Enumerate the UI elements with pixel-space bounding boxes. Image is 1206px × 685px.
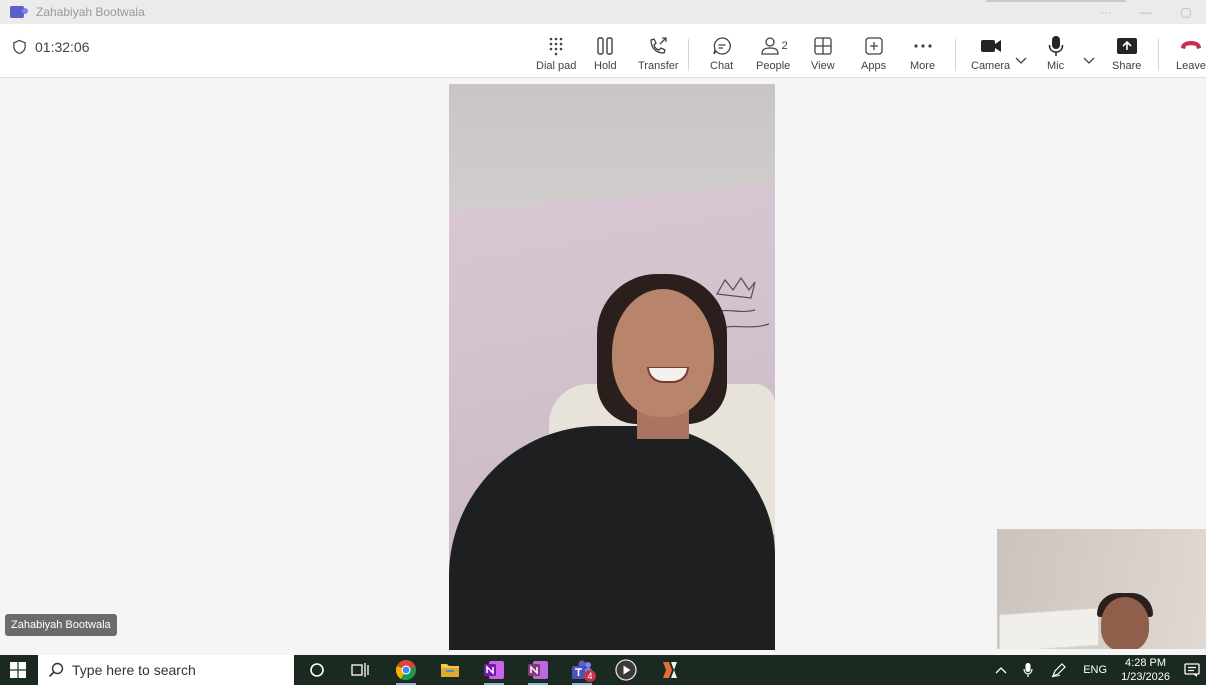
apps-button[interactable]: Apps <box>861 34 886 72</box>
call-timer: 01:32:06 <box>12 39 90 55</box>
media-player-icon <box>615 659 637 681</box>
tray-pen-icon[interactable] <box>1051 662 1067 678</box>
call-duration: 01:32:06 <box>35 39 90 55</box>
onenote-alt-icon <box>528 661 548 679</box>
hold-button[interactable]: Hold <box>594 34 617 72</box>
share-screen-icon <box>1116 34 1138 58</box>
notifications-icon[interactable] <box>1184 662 1200 678</box>
teams-badge: 4 <box>584 670 596 682</box>
view-button[interactable]: View <box>811 34 835 72</box>
chrome-icon <box>396 660 416 681</box>
taskbar-clock[interactable]: 4:28 PM 1/23/2026 <box>1121 656 1170 684</box>
dial-pad-icon <box>548 34 564 58</box>
video-camera-icon <box>980 34 1002 58</box>
transfer-button[interactable]: Transfer <box>638 34 679 72</box>
self-view-video[interactable] <box>997 529 1206 649</box>
view-label: View <box>811 60 835 72</box>
onenote-icon <box>484 661 504 679</box>
people-icon: 2 <box>759 34 788 58</box>
people-button[interactable]: 2 People <box>756 34 790 72</box>
title-bar: Zahabiyah Bootwala ··· — ▢ <box>0 0 1206 24</box>
toolbar-divider <box>1158 39 1159 71</box>
people-label: People <box>756 60 791 72</box>
language-indicator[interactable]: ENG <box>1083 664 1107 676</box>
apps-label: Apps <box>861 60 887 72</box>
hold-label: Hold <box>594 60 617 72</box>
transfer-label: Transfer <box>638 60 679 72</box>
taskbar-search[interactable] <box>38 655 294 685</box>
tray-microphone-icon[interactable] <box>1023 662 1033 678</box>
chat-button[interactable]: Chat <box>710 34 733 72</box>
share-label: Share <box>1112 60 1142 72</box>
cortana-button[interactable] <box>305 658 329 682</box>
shield-icon <box>13 39 26 55</box>
dial-pad-button[interactable]: Dial pad <box>536 34 576 72</box>
remote-participant-video[interactable] <box>449 84 775 650</box>
teams-button[interactable]: 4 <box>570 658 596 685</box>
mic-options-chevron-icon[interactable] <box>1083 52 1095 70</box>
people-count: 2 <box>781 40 788 52</box>
more-ellipsis-icon <box>913 34 933 58</box>
toolbar-divider <box>688 39 689 71</box>
system-tray: ENG 4:28 PM 1/23/2026 <box>995 655 1206 685</box>
mic-button[interactable]: Mic <box>1047 34 1064 72</box>
more-button[interactable]: More <box>910 34 935 72</box>
onenote-button[interactable] <box>482 658 506 685</box>
share-button[interactable]: Share <box>1112 34 1141 72</box>
search-icon <box>48 662 64 678</box>
camera-label: Camera <box>971 60 1011 72</box>
chat-label: Chat <box>710 60 734 72</box>
more-label: More <box>910 60 936 72</box>
onenote-alt-button[interactable] <box>526 658 550 685</box>
video-face <box>612 289 714 417</box>
teams-logo-icon <box>10 6 28 18</box>
grid-view-icon <box>813 34 833 58</box>
maximize-button[interactable]: ▢ <box>1166 5 1206 19</box>
search-input[interactable] <box>72 662 272 678</box>
file-explorer-button[interactable] <box>438 658 462 682</box>
dial-pad-label: Dial pad <box>536 60 577 72</box>
clock-time: 4:28 PM <box>1125 657 1167 669</box>
media-player-button[interactable] <box>614 658 638 682</box>
minimize-button[interactable]: — <box>1126 5 1166 19</box>
chat-icon <box>711 34 733 58</box>
task-view-icon <box>351 663 369 677</box>
call-toolbar: 01:32:06 Dial pad Hold Transfer Chat 2 P… <box>0 24 1206 78</box>
hang-up-icon <box>1179 34 1203 58</box>
call-transfer-icon <box>647 34 669 58</box>
camera-button[interactable]: Camera <box>971 34 1010 72</box>
mic-label: Mic <box>1047 60 1065 72</box>
clock-date: 1/23/2026 <box>1121 671 1170 683</box>
windows-start-button[interactable] <box>0 655 36 685</box>
self-view-paper <box>999 607 1099 649</box>
leave-button[interactable]: Leave <box>1176 34 1206 72</box>
window-controls: ··· — ▢ <box>1086 0 1206 24</box>
add-apps-icon <box>864 34 884 58</box>
microphone-icon <box>1048 34 1064 58</box>
task-view-button[interactable] <box>348 658 372 682</box>
camera-options-chevron-icon[interactable] <box>1015 52 1027 70</box>
self-view-face <box>1101 597 1149 649</box>
windows-start-icon <box>10 662 26 678</box>
pause-icon <box>596 34 614 58</box>
leave-label: Leave <box>1176 60 1206 72</box>
app-icon <box>663 662 677 678</box>
cortana-icon <box>310 663 324 677</box>
windows-taskbar: 4 ENG 4:28 PM 1/23/2026 <box>0 655 1206 685</box>
chrome-button[interactable] <box>394 658 418 685</box>
window-title: Zahabiyah Bootwala <box>36 5 145 19</box>
file-explorer-icon <box>441 664 459 677</box>
app-button[interactable] <box>658 658 682 682</box>
window-more-icon[interactable]: ··· <box>1086 5 1126 19</box>
tray-expand-chevron-icon[interactable] <box>995 666 1007 674</box>
participant-name-tag: Zahabiyah Bootwala <box>5 614 117 636</box>
toolbar-divider <box>955 39 956 71</box>
